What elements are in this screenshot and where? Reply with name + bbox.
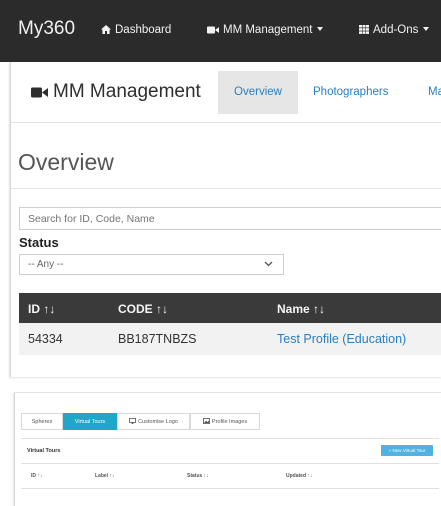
virtual-tours-heading: Virtual Tours: [27, 448, 61, 454]
divider: [21, 438, 439, 439]
tab-label: Profile Images: [211, 419, 248, 425]
tab-customise-logo[interactable]: Customise Logo: [117, 413, 190, 430]
status-label: Status: [19, 235, 59, 250]
search-input[interactable]: [19, 207, 441, 230]
caret-down-icon: [423, 27, 430, 31]
new-virtual-tour-button[interactable]: + New Virtual Tour: [381, 445, 433, 456]
top-navbar: My360 Dashboard MM Management Add-Ons: [0, 0, 441, 62]
column-header-id[interactable]: ID ↑↓: [28, 302, 55, 316]
column-header-status[interactable]: Status ↑↓: [187, 473, 209, 479]
brand-logo[interactable]: My360: [18, 18, 75, 40]
tab-label: Virtual Tours: [74, 419, 106, 425]
tab-profile-images[interactable]: Profile Images: [190, 413, 260, 430]
nav-item-label: Dashboard: [115, 24, 172, 36]
page-title: Overview: [18, 149, 114, 175]
status-select[interactable]: -- Any --: [19, 254, 284, 275]
tab-spheres[interactable]: Spheres: [21, 413, 63, 430]
column-header-name[interactable]: Name ↑↓: [277, 302, 325, 316]
tab-virtual-tours[interactable]: Virtual Tours: [63, 413, 117, 430]
nav-item-label: MM Management: [223, 24, 313, 36]
column-header-label[interactable]: Label ↑↓: [95, 473, 114, 479]
cell-id: 54334: [28, 332, 63, 346]
nav-item-dashboard[interactable]: Dashboard: [101, 24, 171, 36]
cell-name-link[interactable]: Test Profile (Education): [277, 332, 406, 346]
tab-more[interactable]: Ma: [428, 86, 441, 98]
column-header-updated[interactable]: Updated ↑↓: [286, 473, 312, 479]
tab-label: Customise Logo: [138, 419, 178, 425]
divider: [11, 188, 441, 189]
virtual-tours-panel: Spheres Virtual Tours Customise Logo Pro…: [14, 392, 441, 506]
nav-item-mm-management[interactable]: MM Management: [207, 24, 324, 36]
divider: [11, 122, 441, 123]
column-header-code[interactable]: CODE ↑↓: [118, 302, 168, 316]
cell-code: BB187TNBZS: [118, 332, 197, 346]
tab-overview[interactable]: Overview: [218, 71, 298, 114]
caret-down-icon: [317, 27, 324, 31]
section-title: MM Management: [31, 81, 201, 103]
video-camera-icon: [31, 87, 48, 98]
table-row[interactable]: 54334 BB187TNBZS Test Profile (Education…: [19, 323, 441, 355]
column-header-id[interactable]: ID ↑↓: [31, 473, 42, 479]
chevron-down-icon: [264, 261, 273, 267]
mm-management-panel: MM Management Overview Photographers Ma …: [10, 62, 441, 377]
monitor-icon: [129, 418, 137, 424]
tab-photographers[interactable]: Photographers: [313, 86, 388, 98]
home-icon: [101, 25, 111, 34]
nav-item-add-ons[interactable]: Add-Ons: [359, 24, 430, 36]
divider: [21, 488, 439, 489]
status-select-value: -- Any --: [28, 259, 64, 270]
table-header: ID ↑↓ CODE ↑↓ Name ↑↓: [19, 293, 441, 323]
grid-icon: [359, 25, 369, 34]
tab-label: Spheres: [31, 419, 53, 425]
nav-item-label: Add-Ons: [373, 24, 419, 36]
divider: [21, 463, 439, 464]
image-icon: [202, 418, 210, 424]
video-camera-icon: [207, 26, 219, 34]
section-title-text: MM Management: [53, 81, 201, 102]
